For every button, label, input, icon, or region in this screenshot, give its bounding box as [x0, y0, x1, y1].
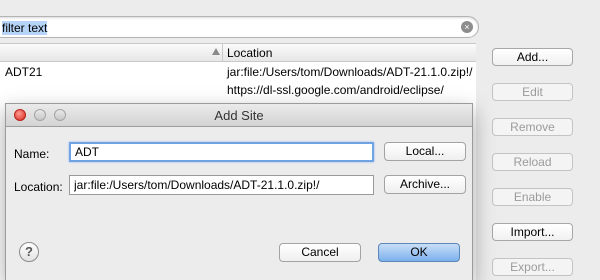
ok-button[interactable]: OK [378, 243, 460, 262]
archive-button[interactable]: Archive... [384, 175, 466, 194]
filter-field[interactable]: filter text × [0, 16, 479, 38]
dialog-title: Add Site [214, 108, 264, 123]
help-icon[interactable]: ? [19, 242, 39, 262]
dialog-titlebar[interactable]: Add Site [6, 104, 472, 127]
add-site-dialog: Add Site Name: Local... Location: Archiv… [5, 103, 473, 280]
column-header-location[interactable]: Location [227, 46, 272, 60]
edit-button[interactable]: Edit [492, 83, 573, 101]
reload-button[interactable]: Reload [492, 153, 573, 171]
export-button[interactable]: Export... [492, 258, 573, 276]
clear-icon[interactable]: × [461, 21, 473, 33]
table-row[interactable]: https://dl-ssl.google.com/android/eclips… [0, 80, 476, 100]
import-button[interactable]: Import... [492, 223, 573, 241]
location-label: Location: [14, 180, 63, 194]
table-header: Location [0, 44, 476, 62]
remove-button[interactable]: Remove [492, 118, 573, 136]
site-location: jar:file:/Users/tom/Downloads/ADT-21.1.0… [227, 65, 473, 79]
site-location: https://dl-ssl.google.com/android/eclips… [227, 83, 444, 97]
location-input[interactable] [69, 175, 374, 195]
local-button[interactable]: Local... [384, 142, 466, 161]
table-row[interactable]: ADT21 jar:file:/Users/tom/Downloads/ADT-… [0, 62, 476, 82]
name-label: Name: [14, 147, 50, 161]
add-button[interactable]: Add... [492, 48, 573, 66]
name-input[interactable] [69, 142, 374, 162]
sort-ascending-icon[interactable] [212, 48, 220, 55]
filter-text: filter text [2, 21, 48, 35]
site-name: ADT21 [5, 65, 43, 79]
enable-button[interactable]: Enable [492, 188, 573, 206]
cancel-button[interactable]: Cancel [279, 243, 361, 262]
column-separator[interactable] [222, 44, 223, 61]
